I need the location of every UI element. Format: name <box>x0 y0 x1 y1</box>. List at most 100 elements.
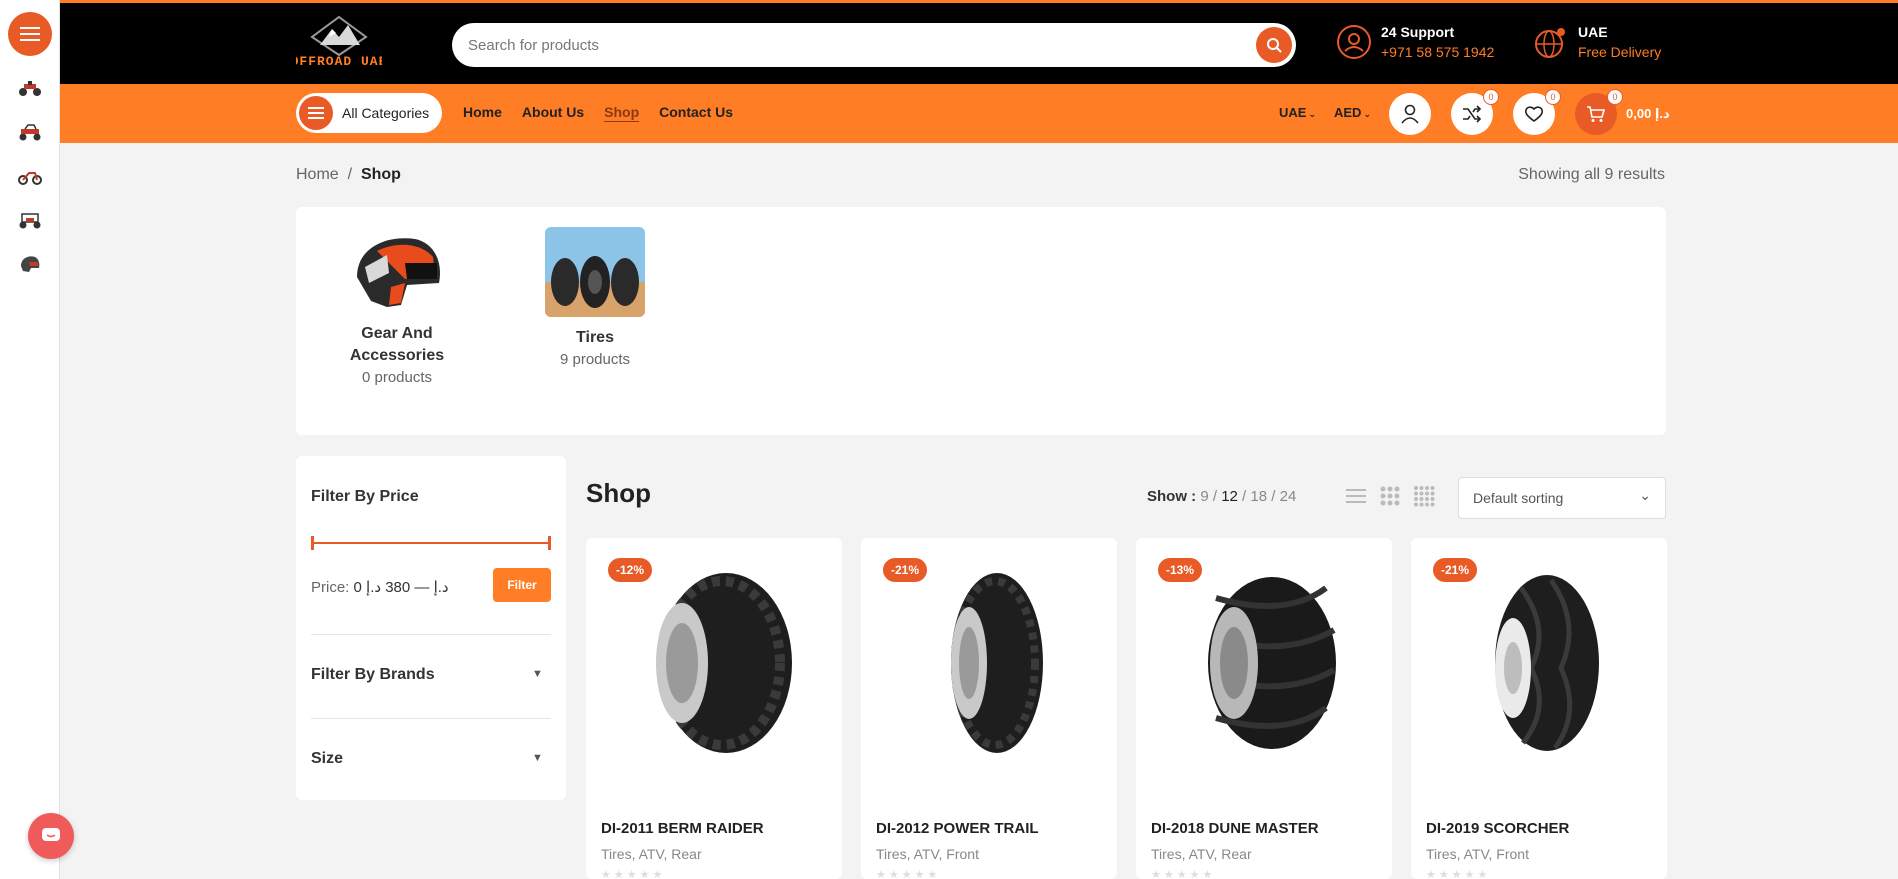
cart-button[interactable]: 0 <box>1575 89 1623 135</box>
search-icon <box>1267 38 1282 53</box>
country-selector[interactable]: UAE <box>1279 105 1316 120</box>
product-categories: Tires, ATV, Front <box>876 846 979 862</box>
dirt-bike-icon[interactable] <box>18 164 42 188</box>
search-bar <box>452 23 1296 67</box>
divider <box>311 718 551 719</box>
price-label: Price: <box>311 579 350 596</box>
price-slider-max-handle[interactable] <box>548 536 551 550</box>
product-card[interactable]: -13% DI-2018 DUNE MASTER Tires, ATV, Rea… <box>1136 538 1392 879</box>
main-nav: All Categories Home About Us Shop Contac… <box>60 84 1898 143</box>
currency-selector[interactable]: AED <box>1334 105 1371 120</box>
product-name[interactable]: DI-2018 DUNE MASTER <box>1151 820 1319 837</box>
wishlist-count: 0 <box>1545 89 1561 105</box>
breadcrumb-separator: / <box>343 166 357 183</box>
discount-badge: -21% <box>1433 558 1478 582</box>
filter-sidebar: Filter By Price Price: 0 د.إ — 380 د.إ F… <box>296 456 566 800</box>
cart-count: 0 <box>1607 89 1623 105</box>
product-card[interactable]: -21% DI-2012 POWER TRAIL Tires, ATV, Fro… <box>861 538 1117 879</box>
product-categories: Tires, ATV, Front <box>1426 846 1529 862</box>
nav-home[interactable]: Home <box>463 104 502 120</box>
list-view-icon[interactable] <box>1345 485 1367 507</box>
chat-button[interactable] <box>28 813 74 859</box>
shuffle-icon <box>1463 105 1482 123</box>
category-count: 0 products <box>361 369 433 386</box>
delivery-info: UAE Free Delivery <box>1532 23 1661 61</box>
category-name-line1: Gear And <box>361 325 433 342</box>
discount-badge: -21% <box>883 558 928 582</box>
product-name[interactable]: DI-2012 POWER TRAIL <box>876 820 1039 837</box>
nav-about[interactable]: About Us <box>522 104 584 120</box>
category-count: 9 products <box>559 351 631 368</box>
globe-delivery-icon <box>1532 23 1570 61</box>
tires-category-image <box>545 227 645 317</box>
compare-count: 0 <box>1483 89 1499 105</box>
support-title: 24 Support <box>1381 24 1455 40</box>
product-categories: Tires, ATV, Rear <box>601 846 702 862</box>
atv-icon[interactable] <box>18 76 42 100</box>
product-name[interactable]: DI-2011 BERM RAIDER <box>601 820 764 837</box>
compare-button[interactable]: 0 <box>1451 89 1499 135</box>
support-info[interactable]: 24 Support +971 58 575 1942 <box>1335 23 1494 61</box>
per-page-9[interactable]: 9 <box>1200 488 1208 505</box>
product-card[interactable]: -21% DI-2019 SCORCHER Tires, ATV, Front … <box>1411 538 1667 879</box>
per-page-24[interactable]: 24 <box>1280 488 1297 505</box>
sort-select[interactable]: Default sorting <box>1458 477 1666 519</box>
buggy-icon[interactable] <box>18 208 42 232</box>
logo-text: OFFROAD UAE <box>296 54 382 69</box>
divider <box>311 634 551 635</box>
breadcrumb: Home / Shop <box>296 166 401 184</box>
price-slider-range <box>311 542 551 544</box>
cart-icon <box>1587 106 1606 122</box>
menu-icon[interactable] <box>8 12 52 56</box>
discount-badge: -12% <box>608 558 653 582</box>
results-count: Showing all 9 results <box>1518 166 1665 183</box>
cart-total[interactable]: 0,00 د.إ <box>1626 106 1670 122</box>
nav-shop[interactable]: Shop <box>604 104 639 120</box>
helmet-icon[interactable] <box>18 252 42 276</box>
filter-brands-toggle[interactable]: Filter By Brands <box>311 666 435 684</box>
category-name: Tires <box>576 329 614 346</box>
category-panel: Gear And Accessories 0 products Tires 9 … <box>296 207 1666 435</box>
product-categories: Tires, ATV, Rear <box>1151 846 1252 862</box>
account-button[interactable] <box>1389 93 1431 135</box>
price-slider[interactable] <box>311 536 551 550</box>
product-image[interactable] <box>626 568 802 758</box>
filter-price-title: Filter By Price <box>311 488 419 505</box>
show-label: Show : <box>1147 488 1197 505</box>
price-range-value: 0 د.إ — 380 د.إ <box>353 579 449 596</box>
nav-contact[interactable]: Contact Us <box>659 104 733 120</box>
breadcrumb-home[interactable]: Home <box>296 166 339 183</box>
page-title: Shop <box>586 478 651 508</box>
product-image[interactable] <box>1451 568 1627 758</box>
price-slider-min-handle[interactable] <box>311 536 314 550</box>
filter-button[interactable]: Filter <box>493 568 551 602</box>
product-image[interactable] <box>901 568 1077 758</box>
nav-links: Home About Us Shop Contact Us <box>463 104 733 120</box>
per-page-12[interactable]: 12 <box>1221 488 1238 505</box>
user-icon <box>1401 104 1419 124</box>
chevron-down-icon[interactable]: ▼ <box>532 668 543 680</box>
hamburger-icon <box>299 96 333 130</box>
support-phone[interactable]: +971 58 575 1942 <box>1381 44 1494 60</box>
per-page-18[interactable]: 18 <box>1250 488 1267 505</box>
rating-stars: ★★★★★ <box>876 869 941 879</box>
filter-size-toggle[interactable]: Size <box>311 750 343 768</box>
utv-icon[interactable] <box>18 120 42 144</box>
product-card[interactable]: -12% DI-2011 BERM RAIDER Tires, ATV, Rea… <box>586 538 842 879</box>
category-gear-accessories[interactable]: Gear And Accessories 0 products <box>336 227 458 386</box>
search-input[interactable] <box>468 36 1248 54</box>
grid-4-view-icon[interactable] <box>1413 485 1435 507</box>
wishlist-button[interactable]: 0 <box>1513 89 1561 135</box>
site-logo[interactable]: OFFROAD UAE <box>291 15 386 71</box>
product-image[interactable] <box>1176 568 1352 758</box>
search-button[interactable] <box>1256 27 1292 63</box>
category-name-line2: Accessories <box>349 347 445 364</box>
all-categories-button[interactable]: All Categories <box>296 93 442 133</box>
rating-stars: ★★★★★ <box>1426 869 1491 879</box>
rating-stars: ★★★★★ <box>601 869 666 879</box>
category-tires[interactable]: Tires 9 products <box>544 227 646 368</box>
product-name[interactable]: DI-2019 SCORCHER <box>1426 820 1569 837</box>
grid-3-view-icon[interactable] <box>1379 485 1401 507</box>
chevron-down-icon[interactable]: ▼ <box>532 752 543 764</box>
per-page-selector: Show : 9 / 12 / 18 / 24 <box>1147 488 1297 505</box>
